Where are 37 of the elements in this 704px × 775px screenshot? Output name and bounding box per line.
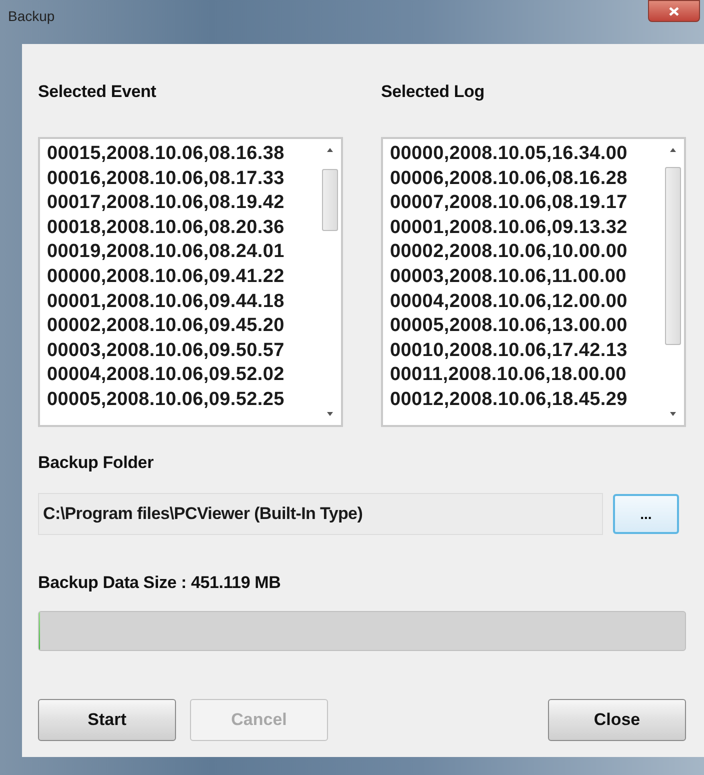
list-item[interactable]: 00016,2008.10.06,08.17.33 bbox=[47, 166, 319, 192]
list-item[interactable]: 00003,2008.10.06,11.00.00 bbox=[390, 264, 662, 290]
list-item[interactable]: 00018,2008.10.06,08.20.36 bbox=[47, 216, 319, 240]
folder-label: Backup Folder bbox=[38, 453, 154, 473]
list-item[interactable]: 00017,2008.10.06,08.19.42 bbox=[47, 191, 319, 216]
list-item[interactable]: 00011,2008.10.06,18.00.00 bbox=[390, 363, 662, 388]
list-item[interactable]: 00004,2008.10.06,12.00.00 bbox=[390, 290, 662, 314]
data-size-label: Backup Data Size : 451.119 MB bbox=[38, 573, 282, 593]
list-item[interactable]: 00000,2008.10.05,16.34.00 bbox=[390, 142, 662, 167]
list-item[interactable]: 00015,2008.10.06,08.16.38 bbox=[47, 142, 319, 167]
window-title: Backup bbox=[8, 8, 55, 24]
list-item[interactable]: 00001,2008.10.06,09.44.18 bbox=[47, 290, 319, 314]
list-item[interactable]: 00019,2008.10.06,08.24.01 bbox=[47, 240, 319, 265]
list-item[interactable]: 00006,2008.10.06,08.16.28 bbox=[390, 166, 662, 192]
list-label: Selected Log bbox=[381, 82, 486, 103]
list-item[interactable]: 00000,2008.10.06,09.41.22 bbox=[47, 264, 319, 290]
list-label: Selected Event bbox=[38, 82, 158, 103]
list-item[interactable]: 00002,2008.10.06,10.00.00 bbox=[390, 240, 662, 265]
close-icon bbox=[668, 6, 680, 16]
list-item[interactable]: 00001,2008.10.06,09.13.32 bbox=[390, 216, 662, 240]
dialog-button[interactable]: Start bbox=[38, 699, 176, 741]
dialog-button[interactable]: Close bbox=[548, 699, 686, 741]
list-item[interactable]: 00005,2008.10.06,13.00.00 bbox=[390, 314, 662, 339]
list-item[interactable]: 00003,2008.10.06,09.50.57 bbox=[47, 338, 319, 364]
close-button[interactable] bbox=[648, 0, 700, 22]
browse-button[interactable]: ... bbox=[613, 494, 679, 534]
list-item[interactable]: 00010,2008.10.06,17.42.13 bbox=[390, 338, 662, 364]
scroll-thumb[interactable] bbox=[665, 167, 681, 345]
list-item[interactable]: 00007,2008.10.06,08.19.17 bbox=[390, 191, 662, 216]
list-item[interactable]: 00002,2008.10.06,09.45.20 bbox=[47, 314, 319, 339]
list-item[interactable]: 00004,2008.10.06,09.52.02 bbox=[47, 363, 319, 388]
list-box[interactable] bbox=[381, 137, 686, 427]
scroll-thumb[interactable] bbox=[322, 169, 338, 231]
list-item[interactable]: 00012,2008.10.06,18.45.29 bbox=[390, 388, 662, 413]
list-box[interactable] bbox=[38, 137, 343, 427]
list-item[interactable]: 00005,2008.10.06,09.52.25 bbox=[47, 388, 319, 413]
folder-path-field[interactable]: C:\Program files\PCViewer (Built-In Type) bbox=[38, 493, 603, 535]
